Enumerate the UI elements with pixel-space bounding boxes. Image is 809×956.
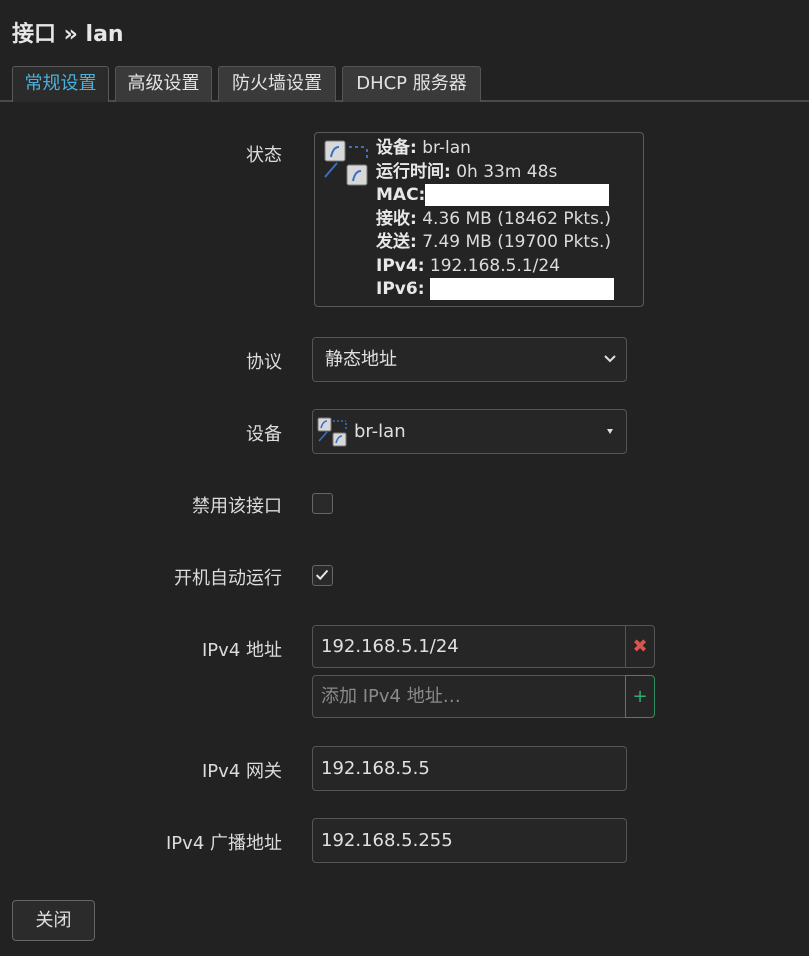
tab-advanced-settings[interactable]: 高级设置 bbox=[115, 66, 212, 102]
uptime-key: 运行时间: bbox=[376, 161, 451, 182]
page-title: 接口 » lan bbox=[12, 22, 124, 47]
ipv4-value: 192.168.5.1/24 bbox=[429, 255, 561, 276]
bridge-interface-icon bbox=[317, 417, 347, 447]
autostart-label: 开机自动运行 bbox=[174, 568, 282, 589]
status-label: 状态 bbox=[246, 145, 282, 166]
add-ipv4-input[interactable]: 添加 IPv4 地址… bbox=[312, 675, 626, 718]
protocol-label: 协议 bbox=[246, 352, 282, 373]
status-mac-row: MAC: bbox=[376, 184, 614, 208]
protocol-value: 静态地址 bbox=[325, 349, 397, 370]
rx-key: 接收: bbox=[376, 208, 417, 229]
ipv4-broadcast-input[interactable]: 192.168.5.255 bbox=[312, 818, 627, 863]
mac-key: MAC: bbox=[376, 185, 426, 205]
tab-bar: 常规设置 高级设置 防火墙设置 DHCP 服务器 bbox=[0, 66, 809, 102]
device-key: 设备: bbox=[376, 138, 417, 158]
interface-edit-dialog: 接口 » lan 常规设置 高级设置 防火墙设置 DHCP 服务器 状态 设备:… bbox=[0, 0, 809, 956]
ipv4-address-input[interactable]: 192.168.5.1/24 bbox=[312, 625, 626, 668]
status-details: 设备: br-lan 运行时间: 0h 33m 48s MAC: 接收: 4.3… bbox=[376, 137, 614, 302]
status-uptime-row: 运行时间: 0h 33m 48s bbox=[376, 161, 614, 185]
rx-value: 4.36 MB (18462 Pkts.) bbox=[422, 208, 611, 229]
device-value: br-lan bbox=[354, 421, 406, 442]
uptime-value: 0h 33m 48s bbox=[456, 161, 558, 182]
ipv4-gateway-input[interactable]: 192.168.5.5 bbox=[312, 746, 627, 791]
dropdown-triangle-icon bbox=[607, 429, 613, 434]
status-ipv4-row: IPv4: 192.168.5.1/24 bbox=[376, 255, 614, 279]
autostart-checkbox[interactable] bbox=[312, 565, 333, 586]
status-rx-row: 接收: 4.36 MB (18462 Pkts.) bbox=[376, 208, 614, 232]
device-select[interactable]: br-lan bbox=[312, 409, 627, 454]
ipv4-key: IPv4: bbox=[376, 255, 425, 276]
chevron-down-icon bbox=[604, 355, 616, 363]
tab-dhcp-server[interactable]: DHCP 服务器 bbox=[342, 66, 481, 102]
device-value: br-lan bbox=[422, 138, 471, 158]
status-ipv6-row: IPv6: bbox=[376, 278, 614, 302]
mac-redacted bbox=[425, 184, 610, 206]
ipv4-broadcast-label: IPv4 广播地址 bbox=[166, 833, 282, 854]
protocol-select[interactable]: 静态地址 bbox=[312, 337, 627, 382]
checkmark-icon bbox=[315, 569, 329, 581]
ipv4-gateway-label: IPv4 网关 bbox=[202, 761, 282, 782]
device-label: 设备 bbox=[246, 424, 282, 445]
tx-key: 发送: bbox=[376, 232, 417, 252]
close-button[interactable]: 关闭 bbox=[12, 900, 95, 941]
ipv6-key: IPv6: bbox=[376, 279, 425, 299]
tab-firewall-settings[interactable]: 防火墙设置 bbox=[218, 66, 336, 102]
status-tx-row: 发送: 7.49 MB (19700 Pkts.) bbox=[376, 231, 614, 255]
remove-ipv4-button[interactable]: ✖ bbox=[625, 625, 655, 668]
ipv6-redacted bbox=[429, 278, 614, 300]
disable-interface-label: 禁用该接口 bbox=[192, 496, 282, 517]
bridge-interface-icon bbox=[324, 140, 368, 186]
tx-value: 7.49 MB (19700 Pkts.) bbox=[422, 232, 611, 252]
tab-general-settings[interactable]: 常规设置 bbox=[12, 66, 109, 102]
ipv4-address-label: IPv4 地址 bbox=[202, 640, 282, 661]
status-device-row: 设备: br-lan bbox=[376, 137, 614, 161]
status-panel: 设备: br-lan 运行时间: 0h 33m 48s MAC: 接收: 4.3… bbox=[314, 132, 644, 307]
disable-interface-checkbox[interactable] bbox=[312, 493, 333, 514]
add-ipv4-button[interactable]: + bbox=[625, 675, 655, 718]
